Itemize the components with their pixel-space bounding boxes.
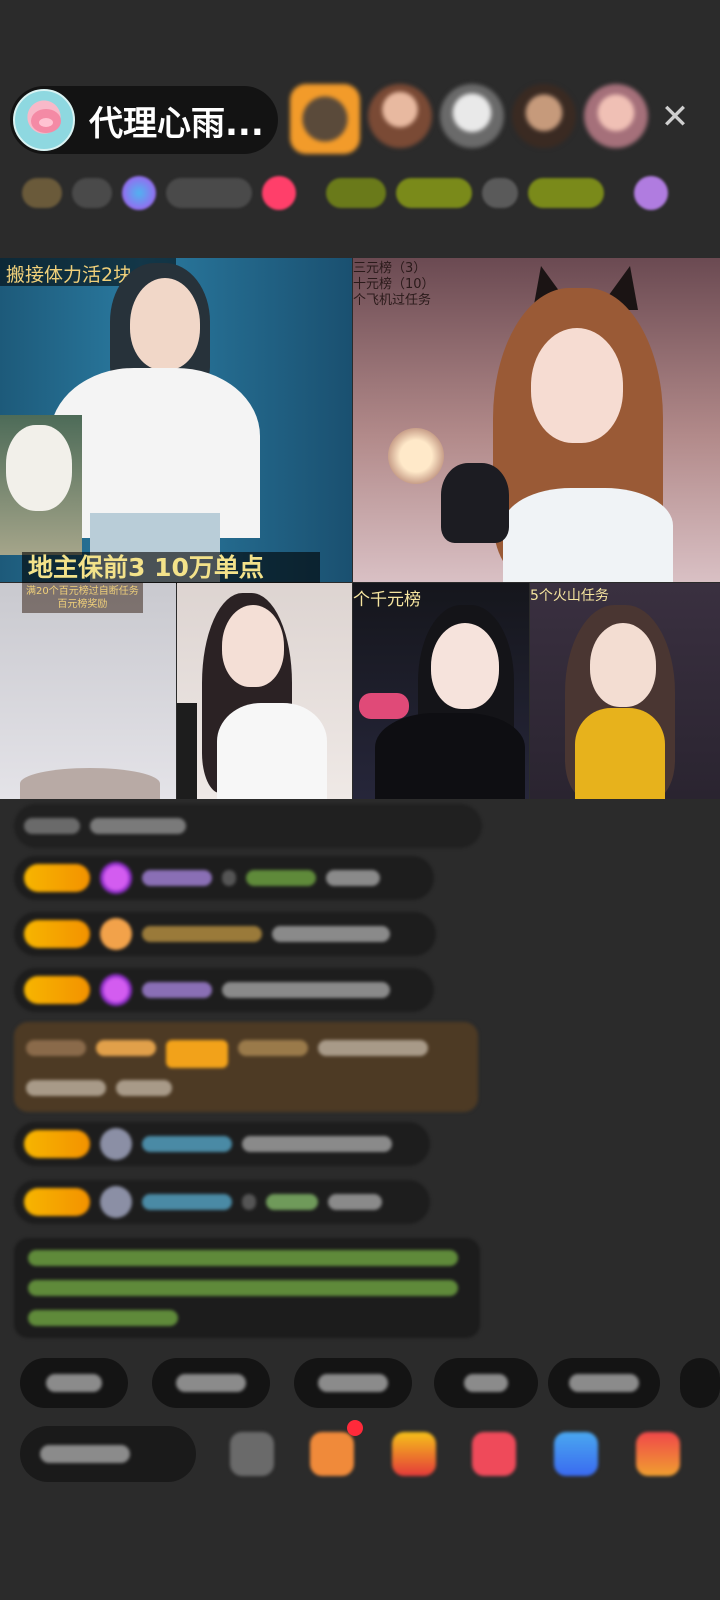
chat-username[interactable]: [142, 926, 262, 942]
fan-badge-icon: [100, 1186, 132, 1218]
quick-reply-button[interactable]: [680, 1358, 720, 1408]
viewer-avatar[interactable]: [584, 84, 648, 148]
stream-label: 5个火山任务: [530, 588, 609, 604]
gem-icon: [100, 862, 132, 894]
host-info-pill[interactable]: 代理心雨...: [10, 86, 278, 154]
rank-badge-row: [22, 170, 692, 216]
rank-badge[interactable]: [326, 178, 386, 208]
rank-badge[interactable]: [22, 178, 62, 208]
host-avatar[interactable]: [13, 89, 75, 151]
stream-label: 三元榜（3） 十元榜（10） 个飞机过任务: [353, 261, 435, 308]
notification-dot: [347, 1420, 363, 1436]
microphone: [441, 463, 509, 543]
chat-username[interactable]: [142, 1136, 232, 1152]
gift-box-icon[interactable]: [392, 1432, 436, 1476]
viewer-avatar[interactable]: [368, 84, 432, 148]
host-name: 代理心雨...: [89, 103, 264, 144]
rank-badge[interactable]: [122, 176, 156, 210]
rank-badge[interactable]: [634, 176, 668, 210]
level-badge: [24, 976, 90, 1004]
chat-message: [14, 968, 434, 1012]
stream-tile[interactable]: [177, 583, 352, 799]
gift-icon[interactable]: [636, 1432, 680, 1476]
chat-username[interactable]: [142, 1194, 232, 1210]
fan-badge-icon: [100, 1128, 132, 1160]
chat-message: [14, 804, 482, 848]
viewer-avatar[interactable]: [290, 84, 360, 154]
quick-reply-button[interactable]: [548, 1358, 660, 1408]
gift-notice: [14, 1022, 478, 1112]
quick-reply-button[interactable]: [434, 1358, 538, 1408]
stream-label: 个千元榜: [353, 590, 421, 610]
stream-banner: 地主保前3 10万单点: [22, 552, 320, 584]
stream-tile[interactable]: 5个火山任务: [530, 583, 720, 799]
system-message: [14, 1238, 480, 1338]
quick-reply-button[interactable]: [152, 1358, 270, 1408]
quick-reply-button[interactable]: [20, 1358, 128, 1408]
viewer-avatar[interactable]: [512, 84, 576, 148]
stream-tile[interactable]: 三元榜（3） 十元榜（10） 个飞机过任务: [353, 258, 720, 582]
chat-message: [14, 1180, 430, 1224]
chat-message: [14, 912, 436, 956]
fan-badge-icon: [100, 918, 132, 950]
chat-username[interactable]: [142, 982, 212, 998]
level-badge: [24, 864, 90, 892]
chat-message: [14, 856, 434, 900]
stream-label: 满20个百元榜过自断任务 百元榜奖励: [22, 583, 143, 613]
close-icon[interactable]: ✕: [658, 100, 692, 134]
comment-input[interactable]: [20, 1426, 196, 1482]
stream-tile[interactable]: 个千元榜: [353, 583, 529, 799]
chat-username[interactable]: [142, 870, 212, 886]
shop-icon[interactable]: [472, 1432, 516, 1476]
emoji-icon[interactable]: [230, 1432, 274, 1476]
stream-tile[interactable]: 满20个百元榜过自断任务 百元榜奖励: [0, 583, 176, 799]
level-badge: [24, 1188, 90, 1216]
level-badge: [24, 920, 90, 948]
quick-reply-button[interactable]: [294, 1358, 412, 1408]
rank-badge[interactable]: [528, 178, 604, 208]
gem-icon: [100, 974, 132, 1006]
viewer-avatar[interactable]: [440, 84, 504, 148]
pet-photo-overlay: [0, 415, 82, 555]
share-icon[interactable]: [554, 1432, 598, 1476]
quick-reply-row: [20, 1358, 720, 1408]
rank-badge[interactable]: [262, 176, 296, 210]
activity-icon[interactable]: [310, 1432, 354, 1476]
top-viewers-list: [290, 84, 648, 154]
level-badge: [24, 1130, 90, 1158]
rank-badge[interactable]: [396, 178, 472, 208]
chat-message: [14, 1122, 430, 1166]
